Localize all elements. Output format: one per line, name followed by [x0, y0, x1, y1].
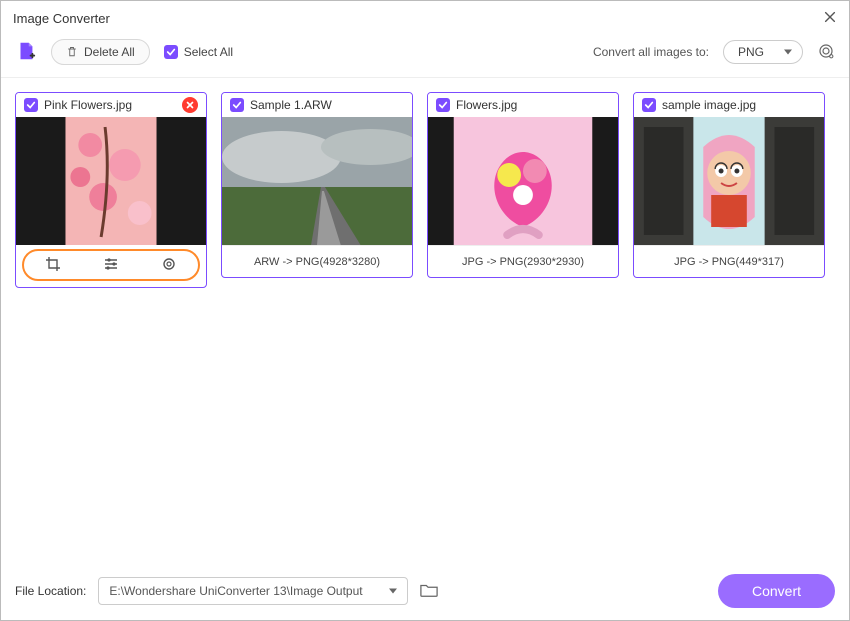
delete-all-button[interactable]: Delete All [51, 39, 150, 65]
main-toolbar: Delete All Select All Convert all images… [1, 35, 849, 78]
card-footer: JPG -> PNG(449*317) [634, 245, 824, 277]
effects-icon[interactable] [161, 256, 177, 275]
select-all-checkbox[interactable]: Select All [164, 45, 233, 59]
check-icon [164, 45, 178, 59]
crop-icon[interactable] [45, 256, 61, 275]
convert-all-label: Convert all images to: [593, 45, 709, 59]
file-location-value: E:\Wondershare UniConverter 13\Image Out… [109, 584, 362, 598]
card-filename: Pink Flowers.jpg [44, 98, 176, 112]
card-filename: Flowers.jpg [456, 98, 610, 112]
thumbnail [16, 117, 206, 245]
adjust-icon[interactable] [103, 256, 119, 275]
image-grid: Pink Flowers.jpg [1, 78, 849, 562]
card-checkbox[interactable] [24, 98, 38, 112]
card-filename: Sample 1.ARW [250, 98, 404, 112]
card-header: Flowers.jpg [428, 93, 618, 117]
file-location-select[interactable]: E:\Wondershare UniConverter 13\Image Out… [98, 577, 408, 605]
card-filename: sample image.jpg [662, 98, 816, 112]
select-all-label: Select All [184, 45, 233, 59]
image-card[interactable]: Sample 1.ARW ARW -> PNG(4928*3280) [221, 92, 413, 278]
settings-button[interactable] [817, 42, 835, 63]
card-checkbox[interactable] [642, 98, 656, 112]
image-card[interactable]: Flowers.jpg JPG -> PNG(2930*2930) [427, 92, 619, 278]
target-format-value: PNG [738, 45, 764, 59]
target-format-select[interactable]: PNG [723, 40, 803, 64]
image-card[interactable]: Pink Flowers.jpg [15, 92, 207, 288]
card-footer: ARW -> PNG(4928*3280) [222, 245, 412, 277]
file-location-label: File Location: [15, 584, 86, 598]
thumbnail [634, 117, 824, 245]
bottom-bar: File Location: E:\Wondershare UniConvert… [1, 562, 849, 620]
add-image-button[interactable] [15, 40, 37, 65]
thumbnail [428, 117, 618, 245]
delete-all-label: Delete All [84, 45, 135, 59]
card-checkbox[interactable] [436, 98, 450, 112]
image-card[interactable]: sample image.jpg JPG -> PNG(449*31 [633, 92, 825, 278]
convert-button[interactable]: Convert [718, 574, 835, 608]
thumbnail [222, 117, 412, 245]
titlebar: Image Converter [1, 1, 849, 35]
close-button[interactable] [823, 8, 837, 29]
card-checkbox[interactable] [230, 98, 244, 112]
card-header: Pink Flowers.jpg [16, 93, 206, 117]
convert-label: Convert [752, 583, 801, 599]
image-converter-window: Image Converter Delete All Select All Co… [0, 0, 850, 621]
open-folder-button[interactable] [420, 581, 438, 602]
window-title: Image Converter [13, 11, 110, 26]
card-footer: JPG -> PNG(2930*2930) [428, 245, 618, 277]
card-header: sample image.jpg [634, 93, 824, 117]
card-header: Sample 1.ARW [222, 93, 412, 117]
card-edit-toolbar [22, 249, 200, 281]
remove-button[interactable] [182, 97, 198, 113]
